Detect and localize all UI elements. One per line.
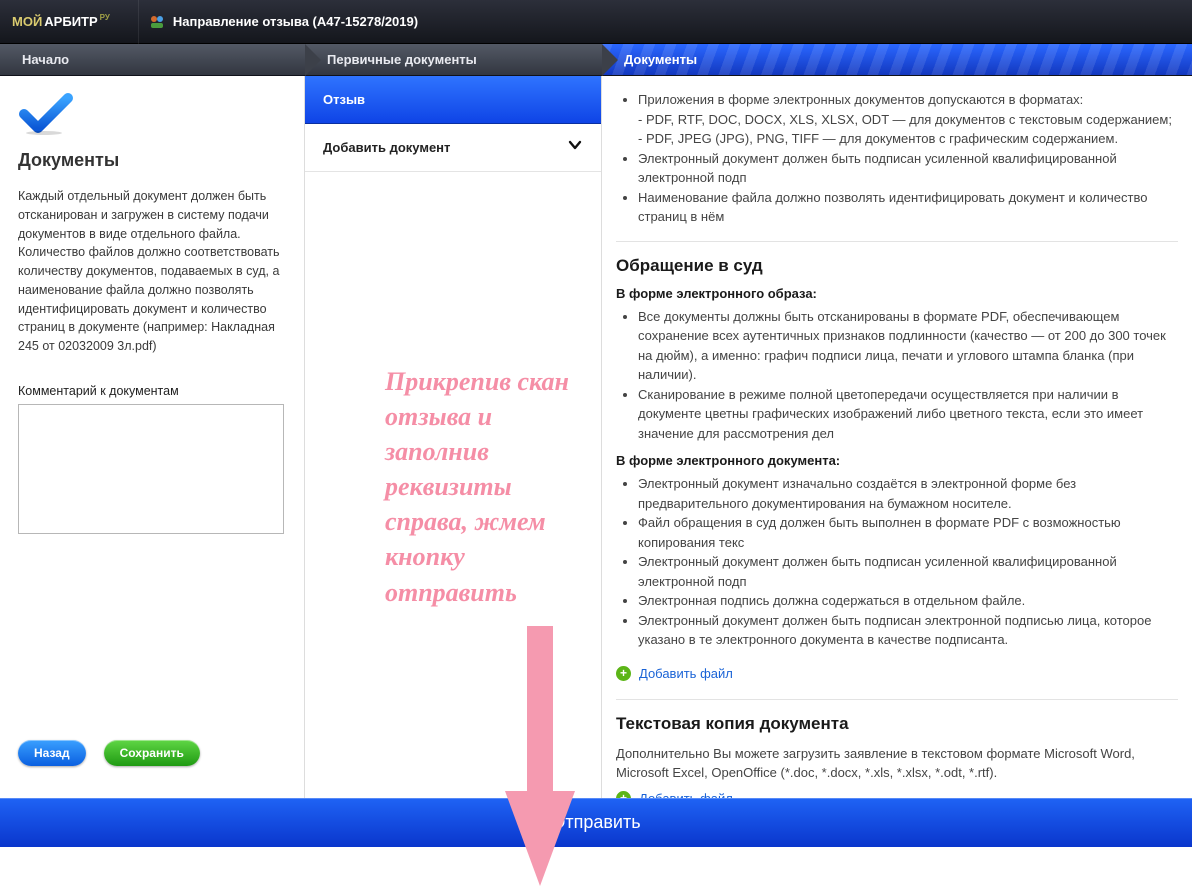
divider <box>616 241 1178 242</box>
doc-tab-review[interactable]: Отзыв <box>305 76 601 124</box>
list-text: - PDF, JPEG (JPG), PNG, TIFF — для докум… <box>638 131 1118 146</box>
list-item: Приложения в форме электронных документо… <box>638 90 1178 149</box>
logo-superscript: РУ <box>100 13 110 22</box>
text-copy-heading: Текстовая копия документа <box>616 714 1178 734</box>
step-primary-label: Первичные документы <box>327 52 477 67</box>
middle-panel: Отзыв Добавить документ Прикрепив скан о… <box>305 76 602 798</box>
text-copy-paragraph: Дополнительно Вы можете загрузить заявле… <box>616 744 1178 783</box>
topbar-divider <box>138 0 139 44</box>
list-item: Электронная подпись должна содержаться в… <box>638 591 1178 611</box>
list-item: Электронный документ должен быть подписа… <box>638 149 1178 188</box>
chevron-right-icon <box>602 44 618 76</box>
left-actions: Назад Сохранить <box>18 740 286 782</box>
add-document-label: Добавить документ <box>323 140 450 155</box>
step-primary-docs[interactable]: Первичные документы <box>305 44 602 75</box>
comment-textarea[interactable] <box>18 404 284 534</box>
plus-icon: + <box>616 791 631 799</box>
main-columns: Документы Каждый отдельный документ долж… <box>0 76 1192 798</box>
list-text: - PDF, RTF, DOC, DOCX, XLS, XLSX, ODT — … <box>638 112 1172 127</box>
right-panel: Приложения в форме электронных документо… <box>602 76 1192 798</box>
list-item: Файл обращения в суд должен быть выполне… <box>638 513 1178 552</box>
add-file-label: Добавить файл <box>639 666 733 681</box>
step-documents-active[interactable]: Документы <box>602 44 1192 75</box>
left-panel: Документы Каждый отдельный документ долж… <box>0 76 305 798</box>
list-item: Наименование файла должно позволять иден… <box>638 188 1178 227</box>
scan-subheading: В форме электронного образа: <box>616 286 1178 301</box>
comment-label: Комментарий к документам <box>18 384 286 398</box>
divider <box>616 699 1178 700</box>
add-file-label: Добавить файл <box>639 791 733 799</box>
format-list: Приложения в форме электронных документо… <box>616 90 1178 227</box>
appeal-heading: Обращение в суд <box>616 256 1178 276</box>
list-item: Электронный документ должен быть подписа… <box>638 552 1178 591</box>
send-label: Отправить <box>551 812 640 833</box>
edoc-list: Электронный документ изначально создаётс… <box>616 474 1178 650</box>
step-start-label: Начало <box>22 52 69 67</box>
chevron-right-icon <box>305 44 321 76</box>
list-item: Электронный документ изначально создаётс… <box>638 474 1178 513</box>
app-topbar: МОЙ АРБИТР РУ Направление отзыва (А47-15… <box>0 0 1192 44</box>
step-start[interactable]: Начало <box>0 44 305 75</box>
doc-tab-review-label: Отзыв <box>323 92 365 107</box>
checkmark-icon <box>18 92 74 136</box>
logo-part2: АРБИТР <box>44 14 97 29</box>
chevron-down-icon <box>567 137 583 158</box>
plus-icon: + <box>616 666 631 681</box>
app-logo[interactable]: МОЙ АРБИТР РУ <box>12 14 110 29</box>
save-button[interactable]: Сохранить <box>104 740 200 766</box>
list-text: Приложения в форме электронных документо… <box>638 92 1083 107</box>
add-document-row[interactable]: Добавить документ <box>305 124 601 172</box>
back-button[interactable]: Назад <box>18 740 86 766</box>
add-file-link-2[interactable]: + Добавить файл <box>616 791 733 799</box>
left-description: Каждый отдельный документ должен быть от… <box>18 187 286 356</box>
edoc-subheading: В форме электронного документа: <box>616 453 1178 468</box>
send-button[interactable]: Отправить <box>0 798 1192 847</box>
list-item: Сканирование в режиме полной цветопереда… <box>638 385 1178 444</box>
scan-list: Все документы должны быть отсканированы … <box>616 307 1178 444</box>
case-title: Направление отзыва (А47-15278/2019) <box>173 14 418 29</box>
step-documents-label: Документы <box>624 52 697 67</box>
list-item: Электронный документ должен быть подписа… <box>638 611 1178 650</box>
logo-part1: МОЙ <box>12 14 42 29</box>
annotation-arrow-icon <box>505 626 575 896</box>
step-nav: Начало Первичные документы Документы <box>0 44 1192 76</box>
list-item: Все документы должны быть отсканированы … <box>638 307 1178 385</box>
add-file-link-1[interactable]: + Добавить файл <box>616 666 733 681</box>
case-icon <box>149 14 165 30</box>
left-heading: Документы <box>18 150 286 171</box>
annotation-note: Прикрепив скан отзыва и заполнив реквизи… <box>385 364 601 610</box>
